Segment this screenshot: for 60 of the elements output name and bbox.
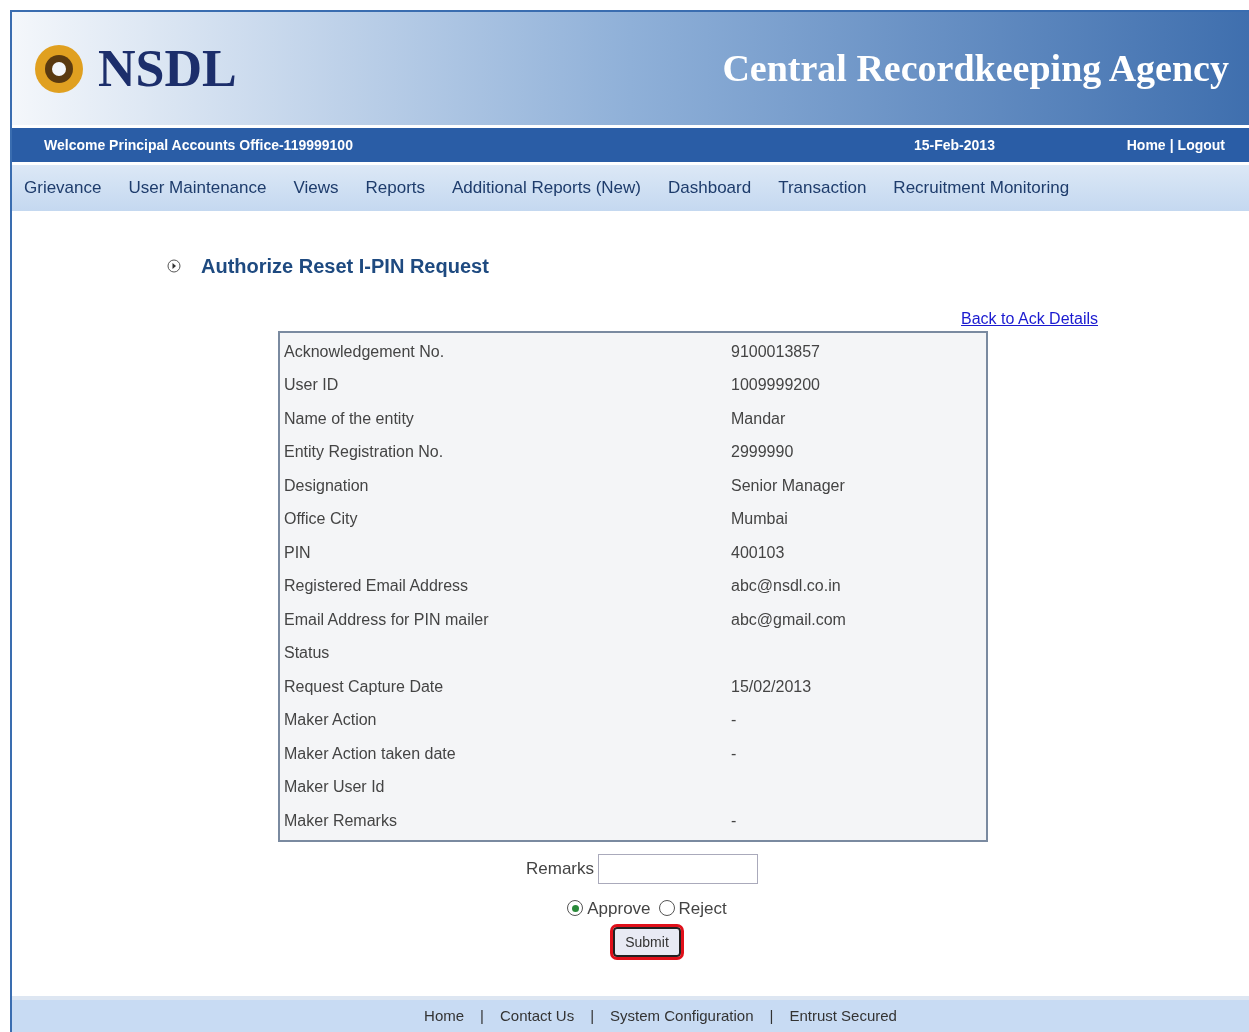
field-label: Maker Action taken date xyxy=(284,743,457,764)
separator-text: | xyxy=(769,1005,774,1026)
field-label: Maker Remarks xyxy=(284,810,398,831)
field-value: 15/02/2013 xyxy=(731,676,812,697)
field-label: Acknowledgement No. xyxy=(284,341,446,362)
nav-link[interactable]: User Maintenance xyxy=(128,175,267,201)
page-title: Authorize Reset I-PIN Request xyxy=(201,254,489,279)
nav-link[interactable]: Dashboard xyxy=(668,175,752,201)
field-label: Email Address for PIN mailer xyxy=(284,609,490,630)
field-value: abc@gmail.com xyxy=(731,609,846,630)
radio-button[interactable] xyxy=(567,900,584,917)
nav-link[interactable]: Views xyxy=(293,175,339,201)
agency-title: Central Recordkeeping Agency xyxy=(722,46,1229,91)
header-link[interactable]: Home xyxy=(1126,134,1166,156)
radio-label: Reject xyxy=(678,897,727,920)
radio-button[interactable] xyxy=(658,900,675,917)
separator-text: | xyxy=(480,1005,484,1026)
field-value: Mumbai xyxy=(731,509,788,530)
remarks-field[interactable] xyxy=(598,853,758,884)
field-label: Entity Registration No. xyxy=(284,442,445,463)
bullet-icon xyxy=(167,259,181,273)
field-value: 9100013857 xyxy=(731,341,820,362)
field-value: Mandar xyxy=(731,408,786,429)
nav-link[interactable]: Recruitment Monitoring xyxy=(893,175,1070,201)
field-value: - xyxy=(731,743,737,764)
nav-link[interactable]: Reports xyxy=(365,175,426,201)
field-label: PIN xyxy=(284,542,312,563)
field-label: User ID xyxy=(284,375,340,396)
footer-link[interactable]: System Configuration xyxy=(610,1004,754,1028)
header-link[interactable]: Logout xyxy=(1177,134,1225,156)
field-value: 1009999200 xyxy=(731,375,820,396)
submit-button[interactable]: Submit xyxy=(613,927,681,957)
field-value: 2999990 xyxy=(731,442,794,463)
separator-text: | xyxy=(590,1005,595,1026)
field-value: Senior Manager xyxy=(731,475,845,496)
back-link[interactable]: Back to Ack Details xyxy=(961,307,1098,331)
nav-link[interactable]: Grievance xyxy=(24,175,102,201)
field-label: Maker User Id xyxy=(284,777,386,798)
separator-text: | xyxy=(1169,135,1174,155)
footer-link[interactable]: Home xyxy=(424,1004,465,1028)
nav-link[interactable]: Transaction xyxy=(778,175,867,201)
field-value: - xyxy=(731,710,737,731)
field-label: Request Capture Date xyxy=(284,676,445,697)
field-label: Name of the entity xyxy=(284,408,415,429)
logo-text: NSDL xyxy=(98,38,237,99)
field-label: Designation xyxy=(284,475,370,496)
remarks-label: Remarks xyxy=(526,857,594,880)
field-label: Registered Email Address xyxy=(284,576,470,597)
footer-link[interactable]: Entrust Secured xyxy=(789,1004,897,1028)
date-text: 15-Feb-2013 xyxy=(914,135,996,155)
field-label: Maker Action xyxy=(284,710,378,731)
field-value: - xyxy=(731,810,737,831)
footer-link[interactable]: Contact Us xyxy=(499,1004,575,1028)
welcome-text: Welcome Principal Accounts Office-119999100 xyxy=(44,135,354,155)
radio-label: Approve xyxy=(587,897,651,920)
field-label: Office City xyxy=(284,509,359,530)
nav-link[interactable]: Additional Reports (New) xyxy=(452,175,641,201)
field-value: 400103 xyxy=(731,542,785,563)
field-label: Status xyxy=(284,643,331,664)
field-value: abc@nsdl.co.in xyxy=(731,576,841,597)
